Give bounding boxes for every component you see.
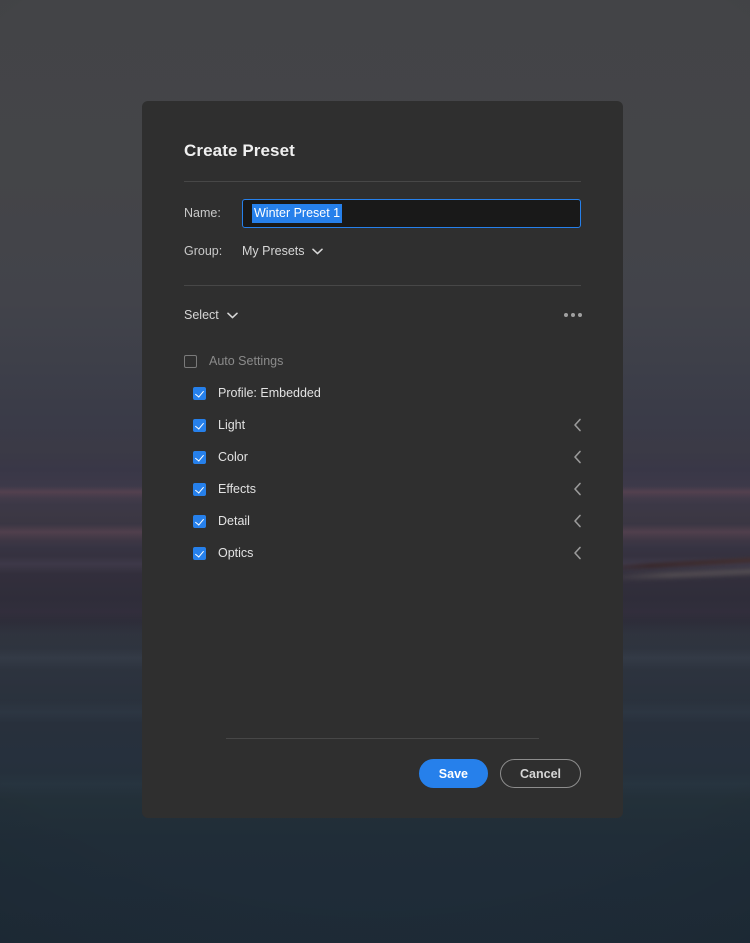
cancel-button[interactable]: Cancel xyxy=(500,759,581,788)
name-label: Name: xyxy=(184,206,242,220)
group-row: Group: My Presets xyxy=(184,237,581,265)
save-button[interactable]: Save xyxy=(419,759,488,788)
settings-list-item[interactable]: Auto Settings xyxy=(184,345,585,377)
dialog-title: Create Preset xyxy=(142,101,623,161)
checkbox-checked[interactable] xyxy=(193,515,206,528)
chevron-left-icon[interactable] xyxy=(569,545,585,561)
settings-list-item-label: Profile: Embedded xyxy=(218,386,585,400)
settings-list-item[interactable]: Optics xyxy=(184,537,585,569)
name-row: Name: Winter Preset 1 xyxy=(184,199,581,227)
dot-2 xyxy=(571,313,575,317)
settings-list-item[interactable]: Effects xyxy=(184,473,585,505)
dot-3 xyxy=(578,313,582,317)
more-options-icon[interactable] xyxy=(561,307,585,323)
checkbox-unchecked[interactable] xyxy=(184,355,197,368)
settings-list-item[interactable]: Detail xyxy=(184,505,585,537)
chevron-down-icon xyxy=(312,244,323,258)
settings-list-item-label: Color xyxy=(218,450,569,464)
checkbox-checked[interactable] xyxy=(193,483,206,496)
select-dropdown[interactable]: Select xyxy=(184,308,238,322)
select-label: Select xyxy=(184,308,219,322)
settings-list-item[interactable]: Light xyxy=(184,409,585,441)
group-label: Group: xyxy=(184,244,242,258)
checkbox-checked[interactable] xyxy=(193,387,206,400)
chevron-left-icon[interactable] xyxy=(569,417,585,433)
settings-list-item-label: Detail xyxy=(218,514,569,528)
checkbox-checked[interactable] xyxy=(193,451,206,464)
chevron-down-icon xyxy=(227,308,238,322)
settings-list-item[interactable]: Color xyxy=(184,441,585,473)
dot-1 xyxy=(564,313,568,317)
dialog-footer: Save Cancel xyxy=(142,738,623,788)
group-value-text: My Presets xyxy=(242,244,305,258)
select-toolbar: Select xyxy=(142,286,623,323)
chevron-left-icon[interactable] xyxy=(569,481,585,497)
settings-checkbox-list: Auto Settings Profile: Embedded Light Color… xyxy=(142,323,623,738)
settings-list-item-label: Optics xyxy=(218,546,569,560)
create-preset-dialog: Create Preset Name: Winter Preset 1 Grou… xyxy=(142,101,623,818)
chevron-left-icon[interactable] xyxy=(569,449,585,465)
footer-buttons: Save Cancel xyxy=(184,739,581,788)
checkbox-checked[interactable] xyxy=(193,547,206,560)
checkbox-checked[interactable] xyxy=(193,419,206,432)
preset-name-value: Winter Preset 1 xyxy=(252,204,342,223)
preset-name-input[interactable]: Winter Preset 1 xyxy=(242,199,581,228)
settings-list-item-label: Auto Settings xyxy=(209,354,585,368)
chevron-left-icon[interactable] xyxy=(569,513,585,529)
settings-list-item[interactable]: Profile: Embedded xyxy=(184,377,585,409)
settings-list-item-label: Effects xyxy=(218,482,569,496)
group-dropdown[interactable]: My Presets xyxy=(242,244,323,258)
settings-list-item-label: Light xyxy=(218,418,569,432)
preset-form: Name: Winter Preset 1 Group: My Presets xyxy=(142,182,623,265)
